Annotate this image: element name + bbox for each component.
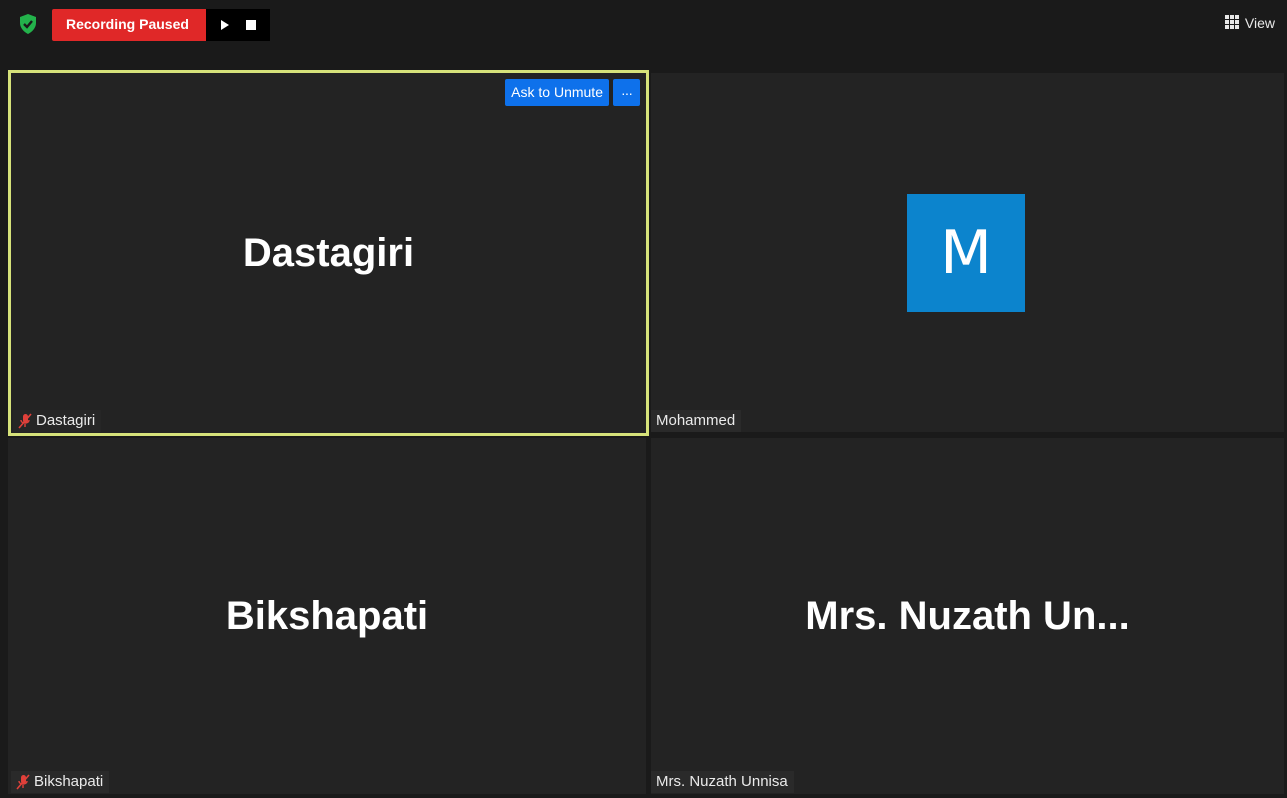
meeting-top-bar: Recording Paused View: [0, 0, 1287, 70]
recording-controls: [206, 9, 270, 41]
video-tile-dastagiri[interactable]: Dastagiri Ask to Unmute ··· Dastagiri: [8, 70, 649, 436]
play-icon[interactable]: [217, 17, 233, 33]
mic-muted-icon: [16, 774, 30, 790]
participant-display-name: Dastagiri: [242, 231, 415, 275]
participant-name-tag: Mrs. Nuzath Unnisa: [651, 771, 794, 793]
view-button[interactable]: View: [1224, 10, 1275, 36]
recording-status-label: Recording Paused: [52, 9, 206, 41]
avatar: M: [907, 194, 1025, 312]
shield-check-icon[interactable]: [18, 13, 38, 35]
video-tile-mohammed[interactable]: M Mohammed: [651, 73, 1284, 432]
more-options-button[interactable]: ···: [613, 79, 640, 106]
video-tile-nuzath-unnisa[interactable]: Mrs. Nuzath Un... Mrs. Nuzath Unnisa: [651, 438, 1284, 794]
grid-icon: [1224, 14, 1239, 32]
ask-to-unmute-button[interactable]: Ask to Unmute: [505, 79, 609, 106]
participant-name-tag: Mohammed: [651, 410, 742, 432]
participant-display-name: Bikshapati: [225, 594, 429, 638]
participant-name-tag: Dastagiri: [13, 410, 102, 432]
participant-tag-label: Dastagiri: [36, 412, 96, 429]
mic-muted-icon: [18, 413, 32, 429]
video-tile-bikshapati[interactable]: Bikshapati Bikshapati: [8, 438, 646, 794]
participant-tag-label: Mohammed: [656, 412, 736, 429]
participant-name-tag: Bikshapati: [11, 771, 110, 793]
participant-tag-label: Bikshapati: [34, 773, 104, 790]
participant-display-name: Mrs. Nuzath Un...: [805, 594, 1130, 638]
stop-icon[interactable]: [243, 17, 259, 33]
recording-indicator: Recording Paused: [52, 9, 270, 41]
participant-tag-label: Mrs. Nuzath Unnisa: [656, 773, 788, 790]
view-label: View: [1244, 15, 1275, 31]
